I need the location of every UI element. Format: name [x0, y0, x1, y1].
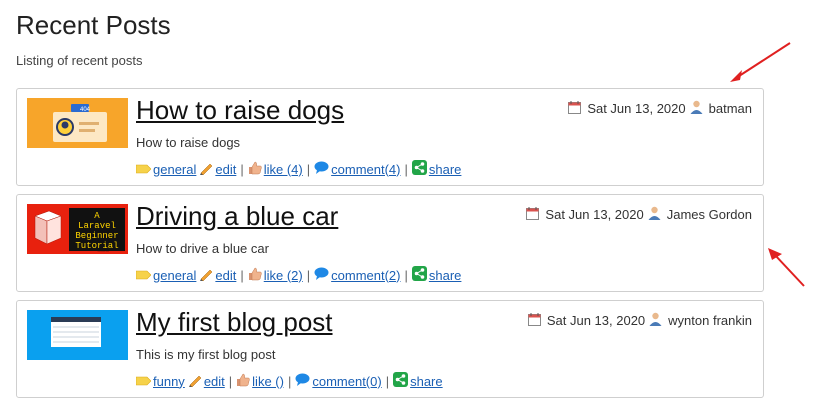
separator: |: [287, 373, 292, 389]
like-link[interactable]: like (4): [264, 162, 303, 177]
thumb-text: 404: [80, 107, 91, 113]
user-icon: [690, 100, 703, 117]
post-description: How to drive a blue car: [136, 241, 269, 256]
thumbs-up-icon: [236, 373, 250, 390]
tag-link[interactable]: general: [153, 162, 196, 177]
share-link[interactable]: share: [429, 268, 462, 283]
share-icon: [411, 160, 427, 178]
post-card: My first blog post Sat Jun 13, 2020 wynt…: [16, 300, 764, 398]
post-description: This is my first blog post: [136, 347, 276, 362]
post-date: Sat Jun 13, 2020: [545, 207, 644, 222]
separator: |: [404, 161, 408, 177]
annotation-arrow-top: [730, 42, 791, 82]
svg-text:Tutorial: Tutorial: [75, 241, 118, 251]
post-thumbnail-image: 404: [27, 98, 128, 148]
comment-icon: [314, 267, 329, 283]
svg-text:Beginner: Beginner: [75, 231, 118, 241]
separator: |: [228, 373, 233, 389]
like-link[interactable]: like (): [252, 374, 284, 389]
tag-icon: [135, 162, 152, 177]
post-thumbnail[interactable]: 404: [27, 98, 128, 148]
post-card: 404 How to raise dogs Sat Jun 13, 2020 b…: [16, 88, 764, 186]
post-description: How to raise dogs: [136, 135, 241, 150]
user-icon: [649, 312, 662, 329]
post-date: Sat Jun 13, 2020: [587, 101, 686, 116]
separator: |: [385, 373, 390, 389]
thumbs-up-icon: [248, 267, 262, 284]
calendar-icon: [526, 206, 540, 223]
post-date: Sat Jun 13, 2020: [546, 313, 646, 328]
comment-icon: [314, 161, 329, 177]
share-icon: [411, 266, 427, 284]
edit-link[interactable]: edit: [204, 374, 225, 389]
post-actions: general edit | like (4) | comment(4) | s…: [135, 160, 462, 178]
svg-text:A: A: [94, 211, 100, 221]
comment-icon: [295, 373, 310, 389]
comment-link[interactable]: comment(4): [331, 162, 400, 177]
post-meta: Sat Jun 13, 2020 James Gordon: [526, 206, 752, 223]
post-title-link[interactable]: How to raise dogs: [136, 95, 344, 126]
annotation-arrow-middle: [768, 248, 805, 287]
post-thumbnail-image: [27, 310, 128, 360]
post-author: James Gordon: [666, 207, 752, 222]
separator: |: [240, 267, 244, 283]
post-title-link[interactable]: My first blog post: [136, 307, 333, 338]
post-meta: Sat Jun 13, 2020 batman: [568, 100, 752, 117]
calendar-icon: [568, 100, 582, 117]
edit-link[interactable]: edit: [215, 162, 236, 177]
pencil-icon: [199, 161, 213, 178]
share-icon: [393, 372, 409, 390]
thumbs-up-icon: [248, 161, 262, 178]
post-author: wynton frankin: [668, 313, 752, 328]
post-author: batman: [708, 101, 752, 116]
post-thumbnail[interactable]: A Laravel Beginner Tutorial A Laravel Be…: [27, 204, 128, 254]
tag-icon: [135, 268, 152, 283]
separator: |: [306, 161, 311, 177]
post-card: A Laravel Beginner Tutorial A Laravel Be…: [16, 194, 764, 292]
post-actions: general edit | like (2) | comment(2) | s…: [135, 266, 462, 284]
separator: |: [306, 267, 311, 283]
post-thumbnail[interactable]: [27, 310, 128, 360]
post-title-link[interactable]: Driving a blue car: [136, 201, 338, 232]
comment-link[interactable]: comment(2): [331, 268, 400, 283]
tag-link[interactable]: general: [153, 268, 196, 283]
page-subtitle: Listing of recent posts: [16, 53, 143, 68]
pencil-icon: [199, 267, 213, 284]
share-link[interactable]: share: [429, 162, 462, 177]
tag-link[interactable]: funny: [153, 374, 185, 389]
separator: |: [404, 267, 408, 283]
calendar-icon: [527, 312, 541, 329]
post-thumbnail-image: A Laravel Beginner Tutorial A Laravel Be…: [27, 204, 128, 254]
like-link[interactable]: like (2): [264, 268, 303, 283]
share-link[interactable]: share: [410, 374, 443, 389]
post-meta: Sat Jun 13, 2020 wynton frankin: [527, 312, 752, 329]
svg-text:Laravel: Laravel: [78, 221, 116, 231]
page-title: Recent Posts: [16, 10, 171, 40]
tag-icon: [135, 374, 152, 389]
pencil-icon: [188, 373, 202, 390]
separator: |: [240, 161, 244, 177]
comment-link[interactable]: comment(0): [312, 374, 381, 389]
edit-link[interactable]: edit: [215, 268, 236, 283]
user-icon: [648, 206, 661, 223]
post-actions: funny edit | like () | comment(0) | shar…: [135, 372, 443, 390]
